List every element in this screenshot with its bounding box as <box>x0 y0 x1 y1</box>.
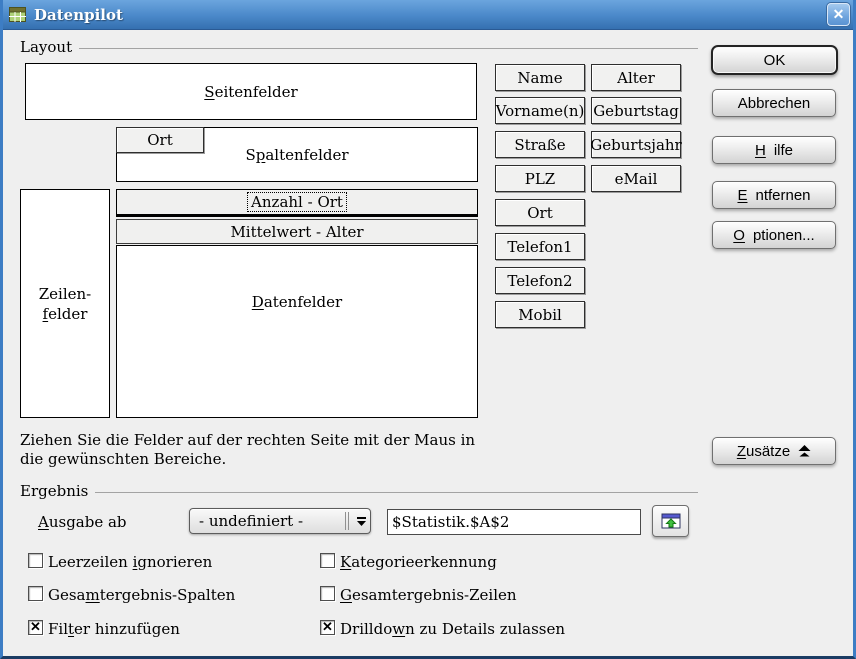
output-from-label: Ausgabe ab <box>38 513 127 531</box>
reference-input[interactable] <box>387 509 641 535</box>
field-chip-telefon2[interactable]: Telefon2 <box>495 267 585 294</box>
options-button[interactable]: Optionen... <box>712 221 836 249</box>
field-chip-geburtsjahr[interactable]: Geburtsjahr <box>591 131 681 158</box>
datenpilot-dialog: Datenpilot ✕ Layout Seitenfelder Spalten… <box>0 0 856 659</box>
checkbox-ignore-empty-rows[interactable] <box>28 553 43 568</box>
hint-line1: Ziehen Sie die Felder auf der rechten Se… <box>20 431 475 449</box>
layout-group-rule <box>79 48 698 49</box>
help-button[interactable]: Hilfe <box>712 136 836 164</box>
field-chip-strasse[interactable]: Straße <box>495 131 585 158</box>
field-chip-ort[interactable]: Ort <box>495 199 585 226</box>
field-chip-name[interactable]: Name <box>495 64 585 91</box>
checkbox-total-columns-label[interactable]: Gesamtergebnis-Spalten <box>48 586 235 604</box>
destination-selected-value: - undefiniert - <box>190 512 345 530</box>
field-chip-alter[interactable]: Alter <box>591 64 681 91</box>
field-chip-mobil[interactable]: Mobil <box>495 301 585 328</box>
checkbox-identify-categories-label[interactable]: Kategorieerkennung <box>340 553 497 571</box>
shrink-button[interactable] <box>652 505 689 537</box>
field-chip-geburtstag[interactable]: Geburtstag <box>591 97 681 124</box>
hint-line2: die gewünschten Bereiche. <box>20 450 226 468</box>
row-fields-label-line2: felder <box>43 304 88 324</box>
close-icon[interactable]: ✕ <box>827 3 850 26</box>
checkbox-enable-drilldown[interactable]: ✕ <box>320 620 335 635</box>
column-field-chip-ort[interactable]: Ort <box>116 127 204 153</box>
checkbox-total-columns[interactable] <box>28 586 43 601</box>
chevron-down-icon[interactable] <box>352 517 370 526</box>
layout-group-header: Layout <box>20 38 698 56</box>
collapse-up-icon <box>798 445 811 457</box>
result-group-rule <box>95 492 698 493</box>
checkbox-total-rows-label[interactable]: Gesamtergebnis-Zeilen <box>340 586 517 604</box>
field-chip-telefon1[interactable]: Telefon1 <box>495 233 585 260</box>
datapilot-app-icon <box>9 7 26 26</box>
page-fields-area[interactable]: Seitenfelder <box>25 63 477 120</box>
data-fields-area[interactable]: Datenfelder <box>116 245 478 418</box>
row-fields-area[interactable]: Zeilen- felder <box>20 189 110 418</box>
data-field-chip-anzahl-ort[interactable]: Anzahl - Ort <box>116 189 478 217</box>
field-chip-email[interactable]: eMail <box>591 165 681 192</box>
column-fields-label: Spaltenfelder <box>245 146 348 164</box>
cancel-button[interactable]: Abbrechen <box>712 89 836 117</box>
field-chip-vorname[interactable]: Vorname(n) <box>495 97 585 124</box>
page-fields-label: Seitenfelder <box>204 83 297 101</box>
checkbox-add-filter-label[interactable]: Filter hinzufügen <box>48 620 180 638</box>
result-group-label: Ergebnis <box>20 482 88 500</box>
layout-group-label: Layout <box>20 38 72 56</box>
row-fields-label-line1: Zeilen- <box>39 284 92 304</box>
checkbox-enable-drilldown-label[interactable]: Drilldown zu Details zulassen <box>340 620 565 638</box>
checkbox-identify-categories[interactable] <box>320 553 335 568</box>
field-chip-plz[interactable]: PLZ <box>495 165 585 192</box>
window-title: Datenpilot <box>34 6 123 24</box>
destination-select[interactable]: - undefiniert - <box>189 508 371 534</box>
result-group-header: Ergebnis <box>20 482 698 500</box>
more-button-label: Zusätze <box>737 443 790 460</box>
shrink-icon <box>661 513 681 530</box>
remove-button[interactable]: Entfernen <box>712 181 836 209</box>
data-field-chip-anzahl-ort-label: Anzahl - Ort <box>247 192 347 212</box>
checkbox-add-filter[interactable]: ✕ <box>28 620 43 635</box>
combo-separator <box>345 512 349 530</box>
ok-button[interactable]: OK <box>711 45 838 75</box>
titlebar[interactable]: Datenpilot ✕ <box>0 0 856 30</box>
more-button[interactable]: Zusätze <box>712 437 836 465</box>
data-field-chip-mittelwert-alter[interactable]: Mittelwert - Alter <box>116 219 478 244</box>
checkbox-ignore-empty-rows-label[interactable]: Leerzeilen ignorieren <box>48 553 212 571</box>
checkbox-total-rows[interactable] <box>320 586 335 601</box>
data-fields-label: Datenfelder <box>252 293 342 311</box>
